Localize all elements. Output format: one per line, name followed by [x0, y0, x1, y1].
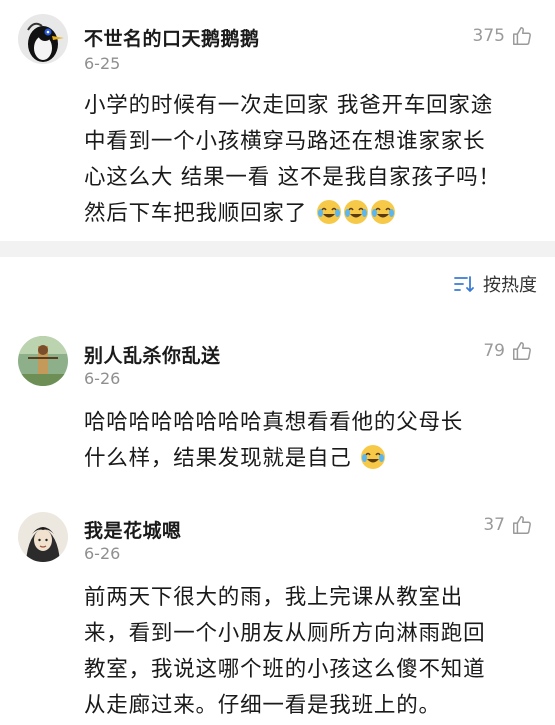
author-name[interactable]: 我是花城嗯: [84, 516, 182, 543]
like-button[interactable]: 79: [483, 340, 533, 362]
like-count: 375: [472, 26, 505, 46]
scene-avatar-icon: [18, 336, 68, 386]
laugh-cry-emoji-icon: [370, 200, 395, 224]
laugh-cry-emoji-icon: [343, 200, 368, 224]
sort-label: 按热度: [483, 275, 537, 296]
author-name[interactable]: 别人乱杀你乱送: [84, 341, 221, 368]
like-button[interactable]: 375: [473, 25, 533, 47]
comment-last-line: 然后下车把我顺回家了: [84, 196, 534, 232]
like-button[interactable]: 37: [483, 514, 533, 536]
portrait-avatar-icon: [18, 512, 68, 562]
section-divider: [0, 241, 555, 257]
comment-line: 来，看到一个小朋友从厕所方向淋雨跑回: [84, 621, 486, 646]
sort-button[interactable]: 按热度: [453, 271, 537, 297]
comment-line: 小学的时候有一次走回家 我爸开车回家途: [84, 93, 494, 118]
comment-date: 6-25: [84, 54, 121, 73]
comment-text: 哈哈哈哈哈哈哈哈真想看看他的父母长 什么样，结果发现就是自己: [84, 405, 534, 477]
comment-line: 中看到一个小孩横穿马路还在想谁家家长: [84, 129, 486, 154]
sort-icon: [454, 276, 474, 292]
comment-line: 什么样，结果发现就是自己: [84, 446, 352, 471]
avatar[interactable]: [18, 512, 68, 562]
like-count: 37: [483, 515, 505, 535]
comment-line: 心这么大 结果一看 这不是我自家孩子吗！: [84, 165, 501, 190]
laugh-cry-emoji-icon: [316, 200, 341, 224]
thumbs-up-icon: [513, 342, 531, 360]
author-name[interactable]: 不世名的口天鹅鹅鹅: [84, 24, 260, 51]
comment-text: 前两天下很大的雨，我上完课从教室出 来，看到一个小朋友从厕所方向淋雨跑回 教室，…: [84, 580, 534, 724]
comment-line: 前两天下很大的雨，我上完课从教室出: [84, 585, 464, 610]
thumbs-up-icon: [513, 27, 531, 45]
avatar[interactable]: [18, 336, 68, 386]
comment-date: 6-26: [84, 544, 121, 563]
comment-line: 从走廊过来。仔细一看是我班上的。: [84, 693, 441, 718]
avatar[interactable]: [18, 14, 68, 64]
comment-last-line: 什么样，结果发现就是自己: [84, 441, 534, 477]
thumbs-up-icon: [513, 516, 531, 534]
laugh-cry-emoji-icon: [361, 445, 386, 469]
comment-line: 哈哈哈哈哈哈哈哈真想看看他的父母长: [84, 410, 464, 435]
comment-line: 教室，我说这哪个班的小孩这么傻不知道: [84, 657, 486, 682]
comment-text: 小学的时候有一次走回家 我爸开车回家途 中看到一个小孩横穿马路还在想谁家家长 心…: [84, 88, 534, 232]
comment-line: 然后下车把我顺回家了: [84, 201, 308, 226]
comment-date: 6-26: [84, 369, 121, 388]
penguin-avatar-icon: [18, 14, 68, 64]
like-count: 79: [483, 341, 505, 361]
